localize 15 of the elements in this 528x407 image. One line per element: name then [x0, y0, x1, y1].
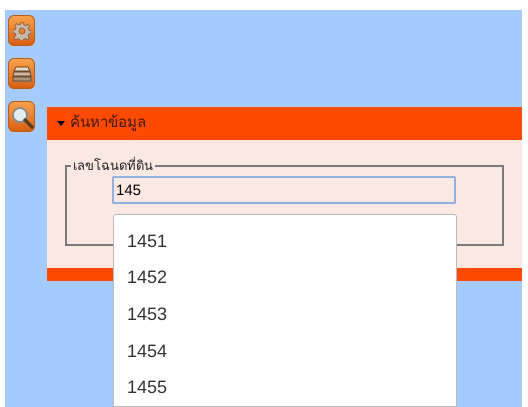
- settings-button[interactable]: [8, 15, 35, 46]
- panel-title: ค้นหาข้อมูล: [70, 113, 146, 134]
- panel-header[interactable]: ค้นหาข้อมูล: [47, 107, 522, 140]
- layers-button[interactable]: [8, 58, 35, 89]
- suggestion-item[interactable]: 1453: [114, 296, 456, 333]
- layers-icon: [12, 66, 32, 82]
- gear-icon: [12, 22, 30, 40]
- search-icon: [10, 104, 34, 128]
- suggestion-item[interactable]: 1454: [114, 332, 456, 370]
- deed-number-field[interactable]: 145: [112, 176, 456, 204]
- search-button[interactable]: [8, 101, 35, 132]
- suggestion-item[interactable]: 1451: [114, 223, 456, 260]
- suggestion-item[interactable]: 1452: [114, 260, 456, 296]
- fieldset-label: เลขโฉนดที่ดิน: [72, 158, 154, 174]
- suggestion-item[interactable]: 1455: [114, 369, 456, 406]
